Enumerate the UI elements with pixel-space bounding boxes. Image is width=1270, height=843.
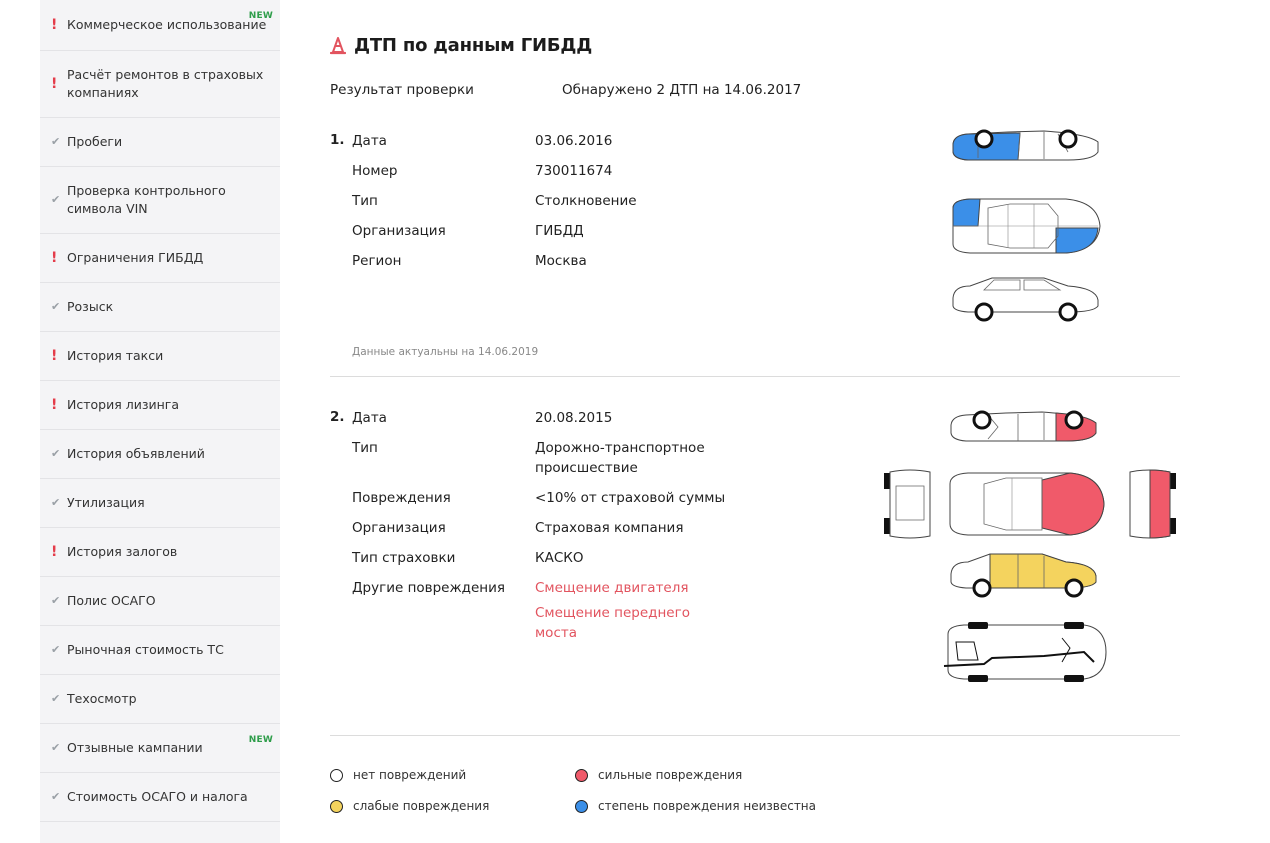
check-icon: ✔ xyxy=(51,447,61,460)
check-icon: ✔ xyxy=(51,594,61,607)
check-icon: ✔ xyxy=(51,692,61,705)
data-actual-note: Данные актуальны на 14.06.2019 xyxy=(352,346,539,358)
legend-label: сильные повреждения xyxy=(598,768,743,782)
damage-zone-front-face xyxy=(1149,469,1171,539)
sidebar-item-label: Полис ОСАГО xyxy=(67,593,156,608)
car-side-view-right xyxy=(950,553,1097,598)
check-icon: ✔ xyxy=(51,643,61,656)
sidebar-item-taxi-history[interactable]: ! История такси xyxy=(40,332,280,381)
check-icon: ✔ xyxy=(51,790,61,803)
sidebar-item-label: Проверка контрольного символа VIN xyxy=(67,183,226,216)
sidebar-item-label: История лизинга xyxy=(67,397,179,412)
sidebar-item-commercial-use[interactable]: ! Коммерческое использование NEW xyxy=(40,0,280,51)
car-side-view-right xyxy=(952,277,1099,322)
accident-number: 1. xyxy=(330,132,345,148)
summary-value: Обнаружено 2 ДТП на 14.06.2017 xyxy=(562,82,802,98)
sidebar-item-label: Стоимость ОСАГО и налога xyxy=(67,789,248,804)
car-top-view xyxy=(949,472,1105,536)
sidebar-item-label: Рыночная стоимость ТС xyxy=(67,642,224,657)
car-rear-view xyxy=(884,469,931,539)
sidebar-item-repair-calc[interactable]: ! Расчёт ремонтов в страховых компаниях xyxy=(40,51,280,118)
check-icon: ✔ xyxy=(51,300,61,313)
sidebar-item-inspection[interactable]: ✔ Техосмотр xyxy=(40,675,280,724)
warning-icon: ! xyxy=(51,76,58,92)
sidebar-item-wanted[interactable]: ✔ Розыск xyxy=(40,283,280,332)
warning-icon: ! xyxy=(51,17,58,33)
new-badge: NEW xyxy=(248,735,273,745)
sidebar-item-osago-tax-cost[interactable]: ✔ Стоимость ОСАГО и налога xyxy=(40,773,280,822)
car-side-view xyxy=(952,129,1099,161)
legend-item-severe: сильные повреждения xyxy=(575,768,742,782)
legend-label: степень повреждения неизвестна xyxy=(598,799,817,813)
car-underside-view xyxy=(943,622,1107,682)
car-side-view xyxy=(950,410,1097,442)
sidebar-item-label: Розыск xyxy=(67,299,114,314)
sidebar-item-pledge-history[interactable]: ! История залогов xyxy=(40,528,280,577)
divider xyxy=(330,376,1180,377)
sidebar-item-label: История такси xyxy=(67,348,164,363)
sidebar-item-label: Ограничения ГИБДД xyxy=(67,250,204,265)
damage-zone-front-top xyxy=(1055,227,1099,254)
legend-item-no-damage: нет повреждений xyxy=(330,768,466,782)
sidebar-item-gibdd-restrictions[interactable]: ! Ограничения ГИБДД xyxy=(40,234,280,283)
sidebar-item-label: Техосмотр xyxy=(67,691,137,706)
car-top-view xyxy=(952,198,1101,254)
divider xyxy=(330,735,1180,736)
section-header: ДТП по данным ГИБДД xyxy=(330,35,592,56)
car-front-view xyxy=(1129,469,1176,539)
warning-icon: ! xyxy=(51,544,58,560)
sidebar-item-label: Пробеги xyxy=(67,134,123,149)
damage-zone-rear-top xyxy=(952,198,981,227)
legend-swatch xyxy=(575,799,588,813)
sidebar-item-label: Отзывные кампании xyxy=(67,740,203,755)
sidebar-item-osago-policy[interactable]: ✔ Полис ОСАГО xyxy=(40,577,280,626)
sidebar-item-disposal[interactable]: ✔ Утилизация xyxy=(40,479,280,528)
legend-item-unknown: степень повреждения неизвестна xyxy=(575,799,816,813)
accident-number: 2. xyxy=(330,409,345,425)
sidebar: ! Коммерческое использование NEW ! Расчё… xyxy=(40,0,280,843)
legend-swatch xyxy=(330,799,343,813)
warning-icon: ! xyxy=(51,250,58,266)
page-title: ДТП по данным ГИБДД xyxy=(354,35,593,56)
summary-label: Результат проверки xyxy=(330,82,474,98)
warning-icon: ! xyxy=(51,397,58,413)
sidebar-item-label: История объявлений xyxy=(67,446,205,461)
legend-swatch xyxy=(575,768,588,782)
check-icon: ✔ xyxy=(51,193,61,206)
sidebar-item-market-value[interactable]: ✔ Рыночная стоимость ТС xyxy=(40,626,280,675)
legend-label: нет повреждений xyxy=(353,768,467,782)
sidebar-item-leasing-history[interactable]: ! История лизинга xyxy=(40,381,280,430)
damage-zone-front-top-severe xyxy=(1041,472,1105,536)
legend-item-light: слабые повреждения xyxy=(330,799,489,813)
legend-label: слабые повреждения xyxy=(353,799,490,813)
sidebar-item-ads-history[interactable]: ✔ История объявлений xyxy=(40,430,280,479)
sidebar-item-label: Расчёт ремонтов в страховых компаниях xyxy=(67,67,264,100)
sidebar-item-recall-campaigns[interactable]: ✔ Отзывные кампании NEW xyxy=(40,724,280,773)
check-icon: ✔ xyxy=(51,741,61,754)
car-damage-diagram-1 xyxy=(952,129,1101,322)
legend-swatch xyxy=(330,768,343,782)
car-damage-diagram-2 xyxy=(884,410,1176,682)
traffic-cone-icon xyxy=(330,36,346,54)
sidebar-item-vin-check[interactable]: ✔ Проверка контрольного символа VIN xyxy=(40,167,280,234)
new-badge: NEW xyxy=(248,11,273,21)
sidebar-item-label: История залогов xyxy=(67,544,178,559)
sidebar-item-mileage[interactable]: ✔ Пробеги xyxy=(40,118,280,167)
sidebar-item-partial[interactable]: ✔ Т xyxy=(40,822,280,843)
sidebar-item-label: Коммерческое использование xyxy=(67,17,267,32)
warning-icon: ! xyxy=(51,348,58,364)
check-icon: ✔ xyxy=(51,496,61,509)
sidebar-item-label: Утилизация xyxy=(67,495,145,510)
check-icon: ✔ xyxy=(51,135,61,148)
